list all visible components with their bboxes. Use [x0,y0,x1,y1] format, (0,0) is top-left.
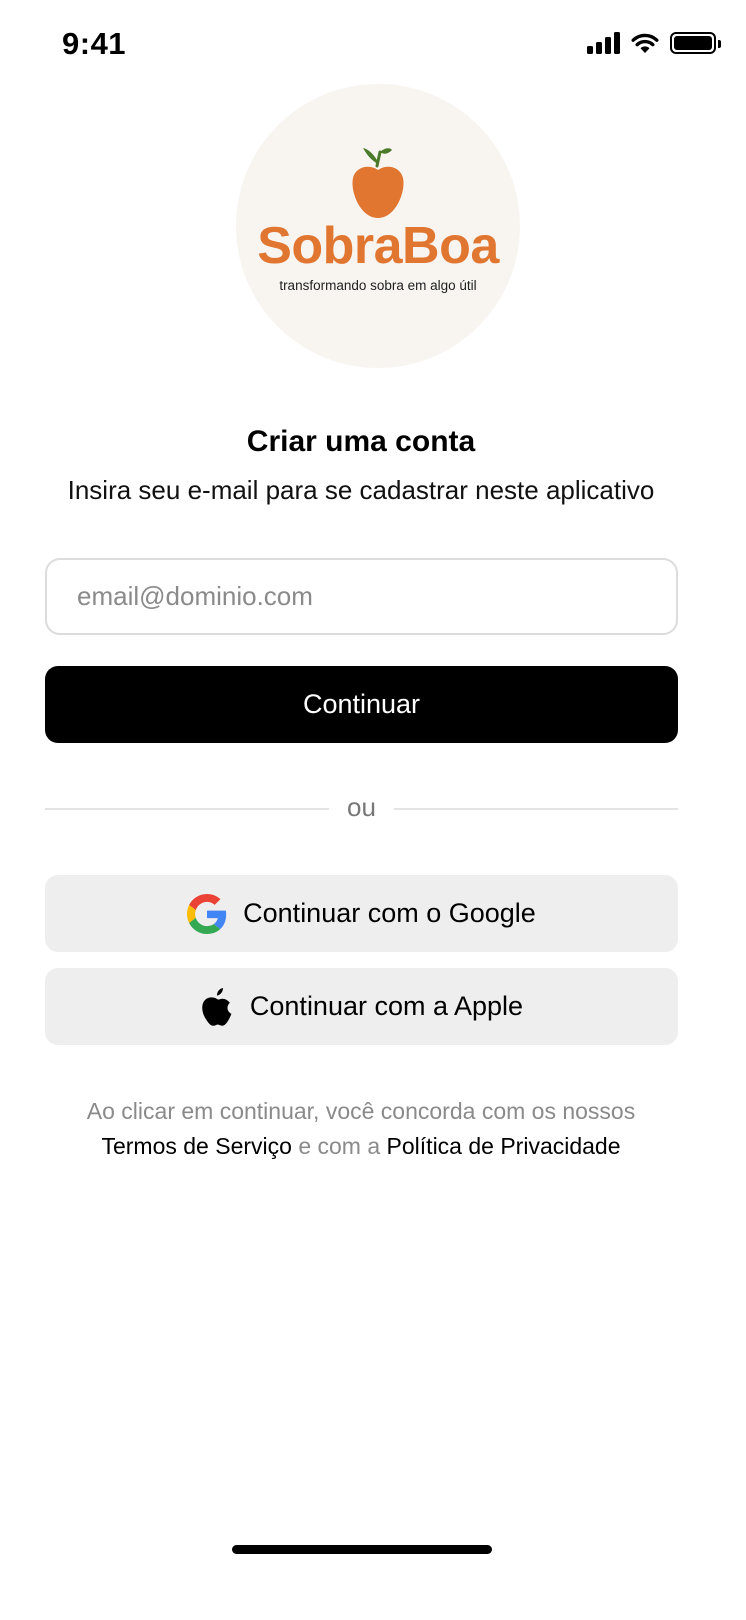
apple-signin-button[interactable]: Continuar com a Apple [45,968,678,1045]
terms-of-service-link[interactable]: Termos de Serviço [101,1133,291,1159]
logo-name: SobraBoa [257,217,499,275]
privacy-policy-link[interactable]: Política de Privacidade [387,1133,621,1159]
home-indicator [232,1545,492,1554]
google-signin-button[interactable]: Continuar com o Google [45,875,678,952]
page-subtitle: Insira seu e-mail para se cadastrar nest… [67,475,655,505]
battery-icon [670,32,721,54]
page-title: Criar uma conta [246,425,476,458]
apple-button-label: Continuar com a Apple [249,991,524,1021]
status-bar: 9:41 [0,0,746,92]
legal-notice: Ao clicar em continuar, você concorda co… [0,1094,722,1164]
google-button-label: Continuar com o Google [243,898,536,928]
apple-fruit-icon [352,148,404,218]
continue-button[interactable]: Continuar [45,666,678,743]
apple-icon [202,987,232,1026]
email-input[interactable] [45,558,678,635]
app-logo: SobraBoa transformando sobra em algo úti… [236,84,520,368]
legal-connector: e com a [298,1133,381,1159]
wifi-icon [631,33,659,53]
google-icon [187,893,227,934]
cellular-signal-icon [587,32,620,54]
logo-tagline: transformando sobra em algo útil [279,278,477,293]
divider-line-right [394,808,678,810]
status-time: 9:41 [62,26,127,61]
legal-prefix: Ao clicar em continuar, você concorda co… [86,1098,636,1124]
status-icons [587,32,721,54]
or-divider: ou [45,792,678,826]
legal-links-line: Termos de Serviço e com a Política de Pr… [0,1129,722,1164]
